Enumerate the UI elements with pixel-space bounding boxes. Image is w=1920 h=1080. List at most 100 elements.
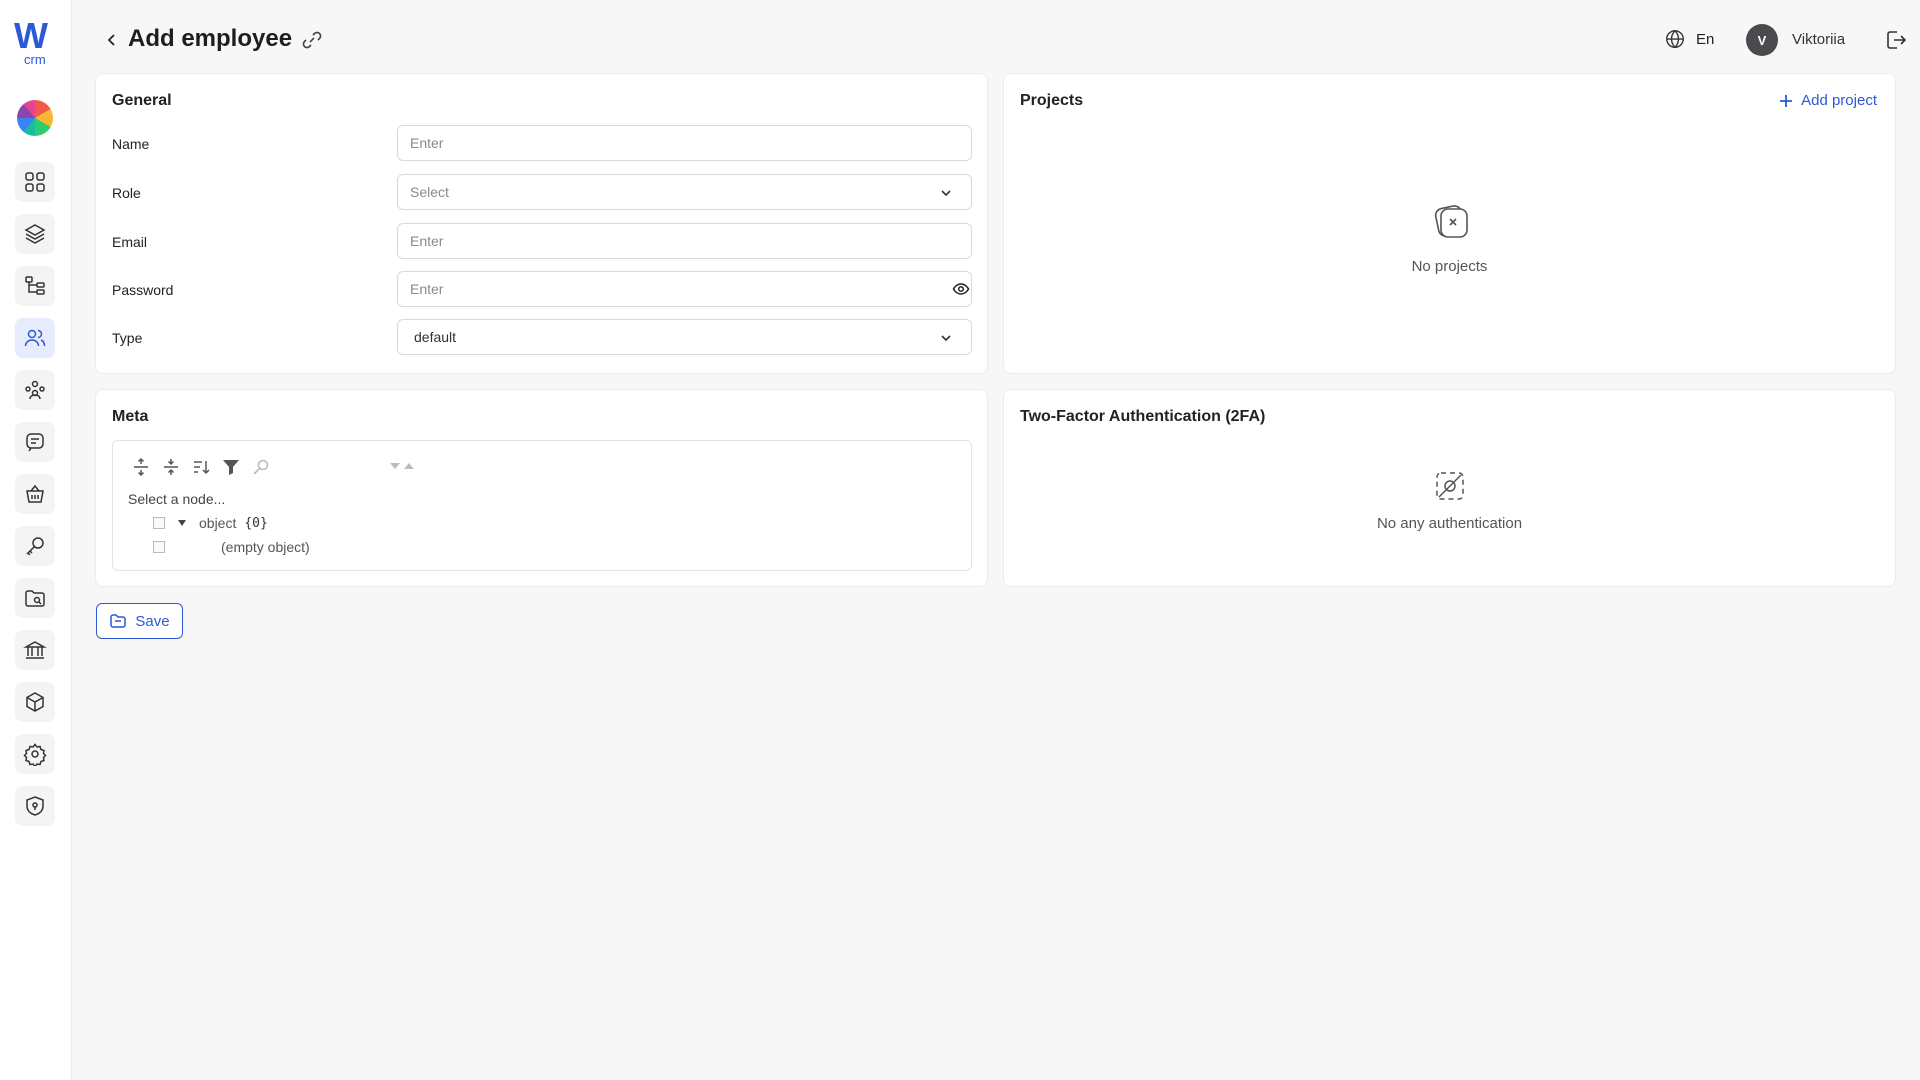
logout-button[interactable] — [1884, 28, 1908, 52]
json-sort-toggle[interactable] — [389, 461, 415, 471]
chat-icon — [26, 433, 44, 452]
save-label: Save — [135, 612, 170, 630]
basket-icon — [26, 484, 44, 503]
logo-letter: W — [14, 15, 48, 56]
dashboard-grid-icon — [25, 172, 45, 192]
projects-empty-state: No projects — [1004, 201, 1895, 275]
language-switcher[interactable]: En — [1664, 28, 1714, 50]
globe-icon — [1666, 29, 1684, 49]
meta-card: Meta Select a node... object {0} (empty … — [95, 389, 988, 587]
eye-icon[interactable] — [952, 280, 970, 298]
nav-folder-search[interactable] — [15, 578, 55, 618]
two-factor-title: Two-Factor Authentication (2FA) — [1020, 408, 1266, 425]
plus-icon — [1780, 94, 1793, 107]
back-button[interactable] — [100, 28, 124, 52]
two-factor-empty-state: No any authentication — [1004, 470, 1895, 532]
hierarchy-icon — [25, 276, 45, 295]
role-select-value: Select — [410, 184, 449, 200]
projects-empty-text: No projects — [1411, 258, 1488, 275]
settings-icon — [23, 743, 47, 766]
chevron-down-icon — [941, 190, 951, 197]
search-icon[interactable] — [251, 457, 271, 477]
json-toolbar — [131, 457, 271, 477]
nav-team[interactable] — [15, 370, 55, 410]
password-label: Password — [112, 282, 174, 298]
type-row: Type default — [112, 319, 972, 357]
password-row: Password — [112, 271, 972, 309]
empty-box-icon — [1434, 205, 1468, 238]
json-root-label: object — [199, 515, 237, 531]
expand-all-icon[interactable] — [131, 457, 151, 477]
page-header: Add employee En V Viktoriia — [72, 0, 1920, 80]
app-logo[interactable]: W crm — [13, 16, 59, 68]
save-icon — [110, 614, 127, 628]
sidebar: W crm — [0, 0, 72, 1080]
two-factor-empty-text: No any authentication — [1376, 515, 1523, 532]
email-field[interactable] — [397, 223, 972, 259]
add-project-button[interactable]: Add project — [1779, 92, 1877, 109]
page-title: Add employee — [128, 25, 293, 52]
filter-icon[interactable] — [221, 457, 241, 477]
name-input[interactable] — [397, 125, 972, 161]
name-row: Name — [112, 125, 972, 163]
triangle-down-icon — [390, 463, 400, 469]
nav-hierarchy[interactable] — [15, 266, 55, 306]
node-checkbox[interactable] — [153, 541, 165, 553]
json-empty-label: (empty object) — [221, 539, 310, 555]
two-factor-card: Two-Factor Authentication (2FA) No any a… — [1003, 389, 1896, 587]
nav-bank[interactable] — [15, 630, 55, 670]
nav-layers[interactable] — [15, 214, 55, 254]
theme-color-wheel-icon[interactable] — [17, 100, 53, 136]
collapse-all-icon[interactable] — [161, 457, 181, 477]
email-row: Email — [112, 223, 972, 261]
email-label: Email — [112, 234, 148, 250]
nav-settings[interactable] — [15, 734, 55, 774]
triangle-expanded-icon[interactable] — [177, 518, 187, 528]
type-select[interactable]: default — [397, 319, 972, 355]
json-editor[interactable]: Select a node... object {0} (empty objec… — [112, 440, 972, 571]
projects-title: Projects — [1020, 92, 1084, 109]
type-select-value: default — [414, 329, 457, 345]
nav-key[interactable] — [15, 526, 55, 566]
users-icon — [24, 329, 46, 347]
logo-subtitle: crm — [24, 52, 46, 67]
general-card: General Name Role Select Email Password … — [95, 73, 988, 374]
triangle-up-icon — [404, 463, 414, 469]
type-label: Type — [112, 330, 143, 346]
chevron-left-icon — [107, 34, 115, 46]
json-root-count: {0} — [244, 515, 268, 531]
copy-link-button[interactable] — [300, 28, 324, 52]
projects-card: Projects Add project No projects — [1003, 73, 1896, 374]
no-authentication-icon — [1435, 472, 1464, 500]
folder-search-icon — [25, 590, 45, 607]
key-icon — [26, 537, 44, 556]
meta-title: Meta — [112, 408, 149, 425]
sort-icon[interactable] — [191, 457, 211, 477]
layers-icon — [24, 224, 46, 244]
node-checkbox[interactable] — [153, 517, 165, 529]
logout-icon — [1887, 31, 1907, 49]
user-name[interactable]: Viktoriia — [1792, 31, 1845, 48]
language-label: En — [1696, 30, 1715, 48]
name-label: Name — [112, 136, 150, 152]
nav-chat[interactable] — [15, 422, 55, 462]
add-project-label: Add project — [1801, 92, 1877, 109]
nav-basket[interactable] — [15, 474, 55, 514]
role-select[interactable]: Select — [397, 174, 972, 210]
json-root-node[interactable]: object {0} — [153, 515, 268, 531]
nav-box[interactable] — [15, 682, 55, 722]
role-row: Role Select — [112, 174, 972, 212]
password-field[interactable] — [397, 271, 972, 307]
save-button[interactable]: Save — [96, 603, 183, 639]
avatar[interactable]: V — [1746, 24, 1778, 56]
nav-users[interactable] — [15, 318, 55, 358]
chevron-down-icon — [941, 335, 951, 342]
nav-shield[interactable] — [15, 786, 55, 826]
json-empty-node: (empty object) — [153, 539, 310, 555]
role-label: Role — [112, 185, 141, 201]
box-icon — [26, 692, 44, 712]
team-icon — [25, 380, 45, 400]
nav-dashboard[interactable] — [15, 162, 55, 202]
general-title: General — [112, 92, 172, 109]
link-icon — [302, 31, 322, 49]
